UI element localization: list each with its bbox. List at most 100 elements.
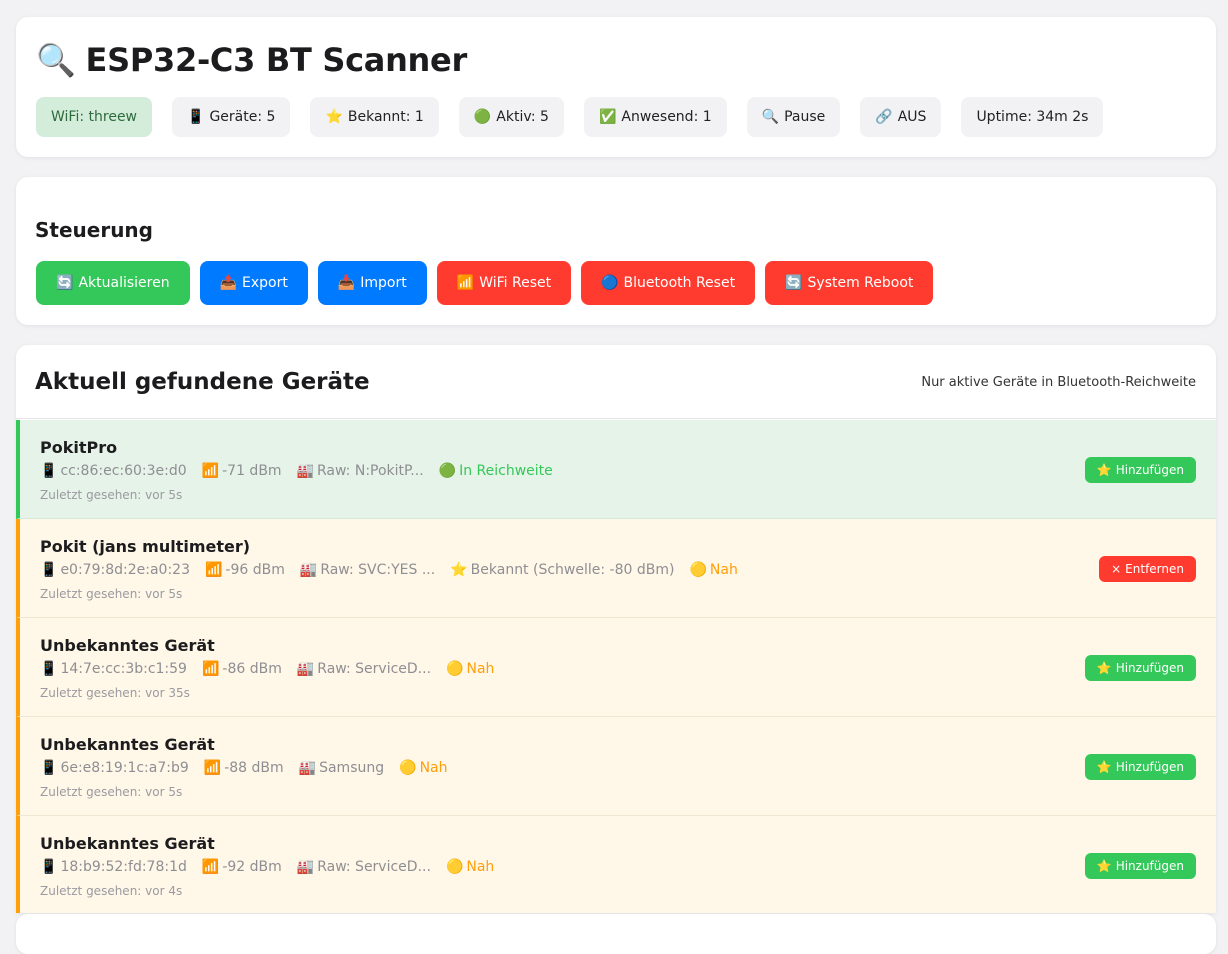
device-mac: 📱 14:7e:cc:3b:c1:59: [40, 661, 187, 677]
add-device-button[interactable]: ⭐ Hinzufügen: [1084, 655, 1196, 681]
device-name: Unbekanntes Gerät: [40, 735, 215, 754]
star-icon: ⭐: [325, 109, 343, 125]
stat-wifi: WiFi: threew: [36, 97, 153, 137]
device-row: Unbekanntes Gerät 📱 18:b9:52:fd:78:1d 📶 -92 …: [16, 816, 1216, 913]
system-reboot-button[interactable]: 🔄 System Reboot: [765, 261, 934, 305]
magnifier-icon: 🔍: [36, 41, 76, 79]
stat-link: 🔗 AUS: [860, 97, 942, 137]
device-status-label: Nah: [709, 562, 738, 578]
phone-icon: 📱: [40, 463, 58, 479]
device-action-label: Hinzufügen: [1115, 661, 1184, 675]
device-last-seen: Zuletzt gesehen: vor 5s: [40, 785, 183, 799]
devices-subtitle: Nur aktive Geräte in Bluetooth-Reichweit…: [921, 375, 1196, 390]
device-vendor: 🏭 Raw: ServiceD...: [297, 859, 431, 875]
import-button-label: Import: [360, 275, 407, 291]
device-name: PokitPro: [40, 438, 118, 457]
import-button[interactable]: 📥 Import: [317, 261, 427, 305]
device-status: 🟢 In Reichweite: [439, 463, 553, 479]
device-vendor: 🏭 Raw: SVC:YES ...: [300, 562, 435, 578]
remove-device-button[interactable]: × Entfernen: [1099, 556, 1196, 582]
page-title: 🔍 ESP32-C3 BT Scanner: [36, 41, 467, 79]
device-vendor: 🏭 Raw: N:PokitP...: [297, 463, 424, 479]
devices-header: Aktuell gefundene Geräte Nur aktive Gerä…: [16, 345, 1216, 419]
device-vendor: 🏭 Samsung: [299, 760, 384, 776]
device-status-label: Nah: [466, 859, 495, 875]
add-device-button[interactable]: ⭐ Hinzufügen: [1084, 754, 1196, 780]
factory-icon: 🏭: [296, 859, 315, 875]
device-known-badge: ⭐ Bekannt (Schwelle: -80 dBm): [450, 562, 674, 578]
refresh-button[interactable]: 🔄 Aktualisieren: [36, 261, 190, 305]
device-rssi-value: -71 dBm: [222, 463, 282, 479]
device-vendor: 🏭 Raw: ServiceD...: [297, 661, 431, 677]
device-name: Unbekanntes Gerät: [40, 636, 215, 655]
device-mac-value: e0:79:8d:2e:a0:23: [60, 562, 190, 578]
device-rssi: 📶 -88 dBm: [204, 760, 284, 776]
device-action-label: Hinzufügen: [1115, 760, 1184, 774]
stat-known-label: Bekannt: 1: [347, 109, 424, 125]
signal-icon: 📶: [456, 275, 475, 291]
export-button[interactable]: 📤 Export: [199, 261, 308, 305]
stat-present-label: Anwesend: 1: [621, 109, 712, 125]
device-status-label: In Reichweite: [459, 463, 553, 479]
signal-icon: 📶: [203, 760, 222, 776]
header-card: 🔍 ESP32-C3 BT Scanner WiFi: threew 📱 Gerät…: [16, 17, 1216, 157]
device-rssi-value: -86 dBm: [222, 661, 282, 677]
control-card: Steuerung 🔄 Aktualisieren 📤 Export 📥 Import 📶 W…: [16, 177, 1216, 325]
device-rssi: 📶 -92 dBm: [202, 859, 282, 875]
device-status: 🟡 Nah: [399, 760, 447, 776]
stat-present: ✅ Anwesend: 1: [583, 97, 727, 137]
devices-title: Aktuell gefundene Geräte: [35, 369, 370, 395]
add-device-button[interactable]: ⭐ Hinzufügen: [1084, 853, 1196, 879]
system-reboot-button-label: System Reboot: [807, 275, 914, 291]
device-vendor-value: Raw: SVC:YES ...: [320, 562, 436, 578]
device-name: Pokit (jans multimeter): [40, 537, 251, 556]
device-vendor-value: Raw: ServiceD...: [317, 859, 431, 875]
device-mac: 📱 e0:79:8d:2e:a0:23: [40, 562, 190, 578]
device-rssi: 📶 -86 dBm: [202, 661, 282, 677]
app-title-text: ESP32-C3 BT Scanner: [85, 41, 468, 79]
green-dot-icon: 🟢: [473, 109, 492, 125]
device-rssi-value: -88 dBm: [224, 760, 284, 776]
device-vendor-value: Raw: N:PokitP...: [317, 463, 424, 479]
bluetooth-reset-button[interactable]: 🔵 Bluetooth Reset: [581, 261, 756, 305]
stat-active-label: Aktiv: 5: [496, 109, 549, 125]
device-meta: 📱 18:b9:52:fd:78:1d 📶 -92 dBm 🏭 Raw: ServiceD…: [40, 859, 494, 875]
stat-devices: 📱 Geräte: 5: [172, 97, 291, 137]
export-button-label: Export: [242, 275, 288, 291]
add-device-button[interactable]: ⭐ Hinzufügen: [1084, 457, 1196, 483]
device-known-badge-value: Bekannt (Schwelle: -80 dBm): [470, 562, 675, 578]
yellow-dot-icon: 🟡: [399, 760, 417, 776]
device-meta: 📱 6e:e8:19:1c:a7:b9 📶 -88 dBm 🏭 Samsung 🟡 Nah: [40, 760, 448, 776]
device-rssi: 📶 -96 dBm: [205, 562, 285, 578]
close-icon: ×: [1111, 562, 1122, 576]
device-name: Unbekanntes Gerät: [40, 834, 215, 853]
device-rssi-value: -96 dBm: [225, 562, 285, 578]
factory-icon: 🏭: [299, 562, 318, 578]
device-mac: 📱 cc:86:ec:60:3e:d0: [40, 463, 187, 479]
wifi-reset-button[interactable]: 📶 WiFi Reset: [436, 261, 572, 305]
device-row: Unbekanntes Gerät 📱 14:7e:cc:3b:c1:59 📶 -86 …: [16, 618, 1216, 717]
stat-link-label: AUS: [897, 109, 927, 125]
star-icon: ⭐: [1096, 661, 1112, 675]
signal-icon: 📶: [201, 661, 220, 677]
device-action-label: Entfernen: [1125, 562, 1184, 576]
controls-title: Steuerung: [35, 218, 153, 242]
device-row: Pokit (jans multimeter) 📱 e0:79:8d:2e:a0:2…: [16, 519, 1216, 618]
device-row: Unbekanntes Gerät 📱 6e:e8:19:1c:a7:b9 📶 -88 …: [16, 717, 1216, 816]
device-mac-value: cc:86:ec:60:3e:d0: [60, 463, 187, 479]
device-last-seen: Zuletzt gesehen: vor 35s: [40, 686, 190, 700]
phone-icon: 📱: [40, 562, 58, 578]
signal-icon: 📶: [201, 859, 220, 875]
star-icon: ⭐: [1096, 463, 1112, 477]
bluetooth-reset-button-label: Bluetooth Reset: [623, 275, 736, 291]
device-vendor-value: Raw: ServiceD...: [317, 661, 432, 677]
magnifier-icon: 🔍: [761, 109, 780, 125]
star-icon: ⭐: [450, 562, 468, 578]
device-status: 🟡 Nah: [689, 562, 737, 578]
stat-uptime: Uptime: 34m 2s: [961, 97, 1104, 137]
green-dot-icon: 🟢: [438, 463, 457, 479]
yellow-dot-icon: 🟡: [446, 661, 464, 677]
device-action-label: Hinzufügen: [1115, 859, 1184, 873]
stat-active: 🟢 Aktiv: 5: [458, 97, 564, 137]
phone-icon: 📱: [40, 760, 58, 776]
